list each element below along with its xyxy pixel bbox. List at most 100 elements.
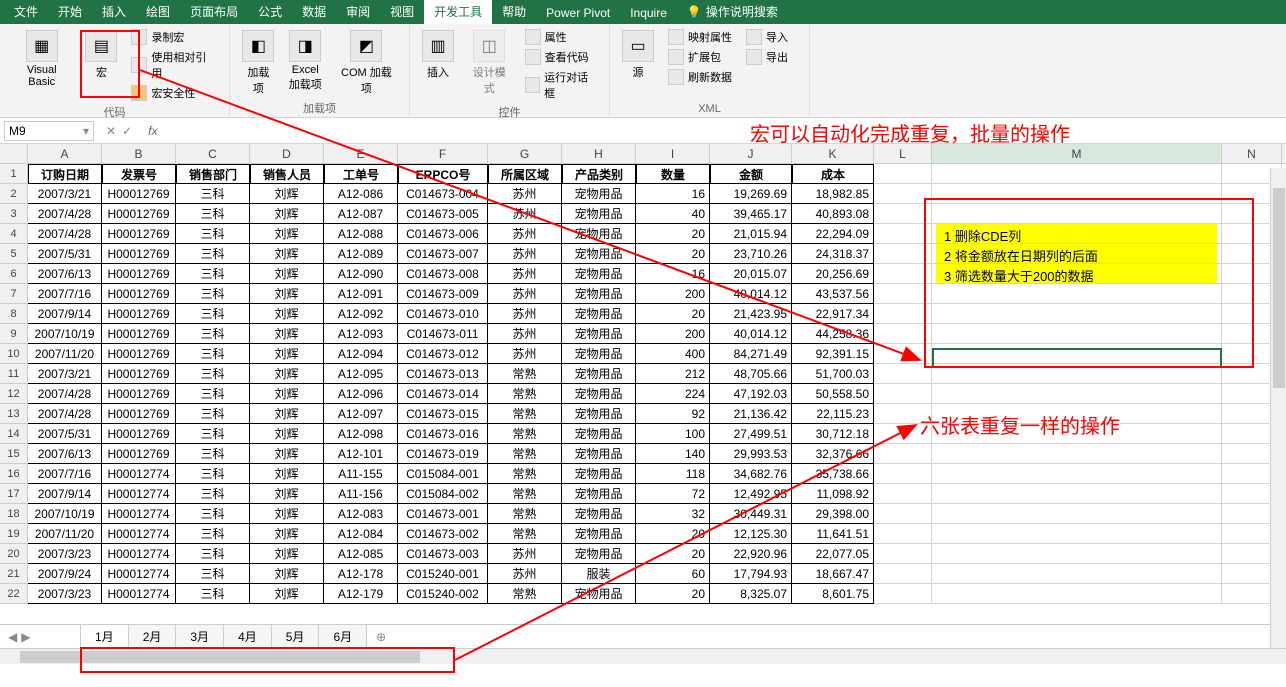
cell-M17[interactable] (932, 484, 1222, 504)
row-header-16[interactable]: 16 (0, 464, 28, 484)
cell-K6[interactable]: 20,256.69 (792, 264, 874, 284)
cell-H7[interactable]: 宠物用品 (562, 284, 636, 304)
cell-I14[interactable]: 100 (636, 424, 710, 444)
col-header-A[interactable]: A (28, 144, 102, 163)
cell-A9[interactable]: 2007/10/19 (28, 324, 102, 344)
cell-M21[interactable] (932, 564, 1222, 584)
cell-H1[interactable]: 产品类别 (562, 164, 636, 184)
cell-F22[interactable]: C015240-002 (398, 584, 488, 604)
row-header-18[interactable]: 18 (0, 504, 28, 524)
cell-G11[interactable]: 常熟 (488, 364, 562, 384)
cell-L7[interactable] (874, 284, 932, 304)
cell-J10[interactable]: 84,271.49 (710, 344, 792, 364)
cell-M2[interactable] (932, 184, 1222, 204)
cell-I5[interactable]: 20 (636, 244, 710, 264)
cell-B20[interactable]: H00012774 (102, 544, 176, 564)
horizontal-scrollbar[interactable] (0, 648, 1286, 664)
cell-E6[interactable]: A12-090 (324, 264, 398, 284)
cell-D18[interactable]: 刘辉 (250, 504, 324, 524)
cell-G10[interactable]: 苏州 (488, 344, 562, 364)
cell-B14[interactable]: H00012769 (102, 424, 176, 444)
cell-G20[interactable]: 苏州 (488, 544, 562, 564)
cell-E7[interactable]: A12-091 (324, 284, 398, 304)
cell-F14[interactable]: C014673-016 (398, 424, 488, 444)
refresh-data-button[interactable]: 刷新数据 (664, 68, 736, 86)
cell-M20[interactable] (932, 544, 1222, 564)
cell-J11[interactable]: 48,705.66 (710, 364, 792, 384)
cell-G15[interactable]: 常熟 (488, 444, 562, 464)
cell-M18[interactable] (932, 504, 1222, 524)
cell-J1[interactable]: 金额 (710, 164, 792, 184)
sheet-tab-4月[interactable]: 4月 (223, 624, 272, 650)
cell-L11[interactable] (874, 364, 932, 384)
tab-draw[interactable]: 绘图 (136, 0, 180, 24)
cell-L9[interactable] (874, 324, 932, 344)
cell-J5[interactable]: 23,710.26 (710, 244, 792, 264)
cell-I18[interactable]: 32 (636, 504, 710, 524)
row-header-8[interactable]: 8 (0, 304, 28, 324)
cell-B3[interactable]: H00012769 (102, 204, 176, 224)
cell-I11[interactable]: 212 (636, 364, 710, 384)
tellme[interactable]: 💡 操作说明搜索 (677, 0, 788, 24)
cell-K21[interactable]: 18,667.47 (792, 564, 874, 584)
cell-I6[interactable]: 16 (636, 264, 710, 284)
row-header-5[interactable]: 5 (0, 244, 28, 264)
cell-H12[interactable]: 宠物用品 (562, 384, 636, 404)
cell-D10[interactable]: 刘辉 (250, 344, 324, 364)
cell-H11[interactable]: 宠物用品 (562, 364, 636, 384)
cell-E12[interactable]: A12-096 (324, 384, 398, 404)
cell-J21[interactable]: 17,794.93 (710, 564, 792, 584)
cell-A18[interactable]: 2007/10/19 (28, 504, 102, 524)
cell-G5[interactable]: 苏州 (488, 244, 562, 264)
cell-K20[interactable]: 22,077.05 (792, 544, 874, 564)
cell-D11[interactable]: 刘辉 (250, 364, 324, 384)
cell-I21[interactable]: 60 (636, 564, 710, 584)
row-header-2[interactable]: 2 (0, 184, 28, 204)
cell-F1[interactable]: ERPCO号 (398, 164, 488, 184)
record-macro-button[interactable]: 录制宏 (127, 28, 221, 46)
cell-C15[interactable]: 三科 (176, 444, 250, 464)
tab-view[interactable]: 视图 (380, 0, 424, 24)
cell-M16[interactable] (932, 464, 1222, 484)
cell-C7[interactable]: 三科 (176, 284, 250, 304)
cell-J20[interactable]: 22,920.96 (710, 544, 792, 564)
view-code-button[interactable]: 查看代码 (521, 48, 601, 66)
cell-F19[interactable]: C014673-002 (398, 524, 488, 544)
cell-K22[interactable]: 8,601.75 (792, 584, 874, 604)
cell-H5[interactable]: 宠物用品 (562, 244, 636, 264)
cell-L5[interactable] (874, 244, 932, 264)
cell-A14[interactable]: 2007/5/31 (28, 424, 102, 444)
cell-K17[interactable]: 11,098.92 (792, 484, 874, 504)
cell-F10[interactable]: C014673-012 (398, 344, 488, 364)
cell-F2[interactable]: C014673-004 (398, 184, 488, 204)
cell-B8[interactable]: H00012769 (102, 304, 176, 324)
cell-D19[interactable]: 刘辉 (250, 524, 324, 544)
cell-A20[interactable]: 2007/3/23 (28, 544, 102, 564)
cell-M11[interactable] (932, 364, 1222, 384)
cell-I9[interactable]: 200 (636, 324, 710, 344)
cell-B9[interactable]: H00012769 (102, 324, 176, 344)
cell-D6[interactable]: 刘辉 (250, 264, 324, 284)
sheet-tab-5月[interactable]: 5月 (271, 624, 320, 650)
cell-B4[interactable]: H00012769 (102, 224, 176, 244)
tab-powerpivot[interactable]: Power Pivot (536, 2, 620, 24)
cell-B17[interactable]: H00012774 (102, 484, 176, 504)
cell-C5[interactable]: 三科 (176, 244, 250, 264)
cell-F13[interactable]: C014673-015 (398, 404, 488, 424)
cell-M5[interactable]: 2 将金额放在日期列的后面 (932, 244, 1222, 264)
row-header-21[interactable]: 21 (0, 564, 28, 584)
cell-K4[interactable]: 22,294.09 (792, 224, 874, 244)
cell-I2[interactable]: 16 (636, 184, 710, 204)
macro-security-button[interactable]: 宏安全性 (127, 84, 221, 102)
cell-M1[interactable] (932, 164, 1222, 184)
cell-I13[interactable]: 92 (636, 404, 710, 424)
cell-E5[interactable]: A12-089 (324, 244, 398, 264)
cell-B1[interactable]: 发票号 (102, 164, 176, 184)
cell-J14[interactable]: 27,499.51 (710, 424, 792, 444)
cell-D12[interactable]: 刘辉 (250, 384, 324, 404)
cell-B5[interactable]: H00012769 (102, 244, 176, 264)
cell-C3[interactable]: 三科 (176, 204, 250, 224)
cell-F4[interactable]: C014673-006 (398, 224, 488, 244)
cell-J18[interactable]: 30,449.31 (710, 504, 792, 524)
cell-A2[interactable]: 2007/3/21 (28, 184, 102, 204)
